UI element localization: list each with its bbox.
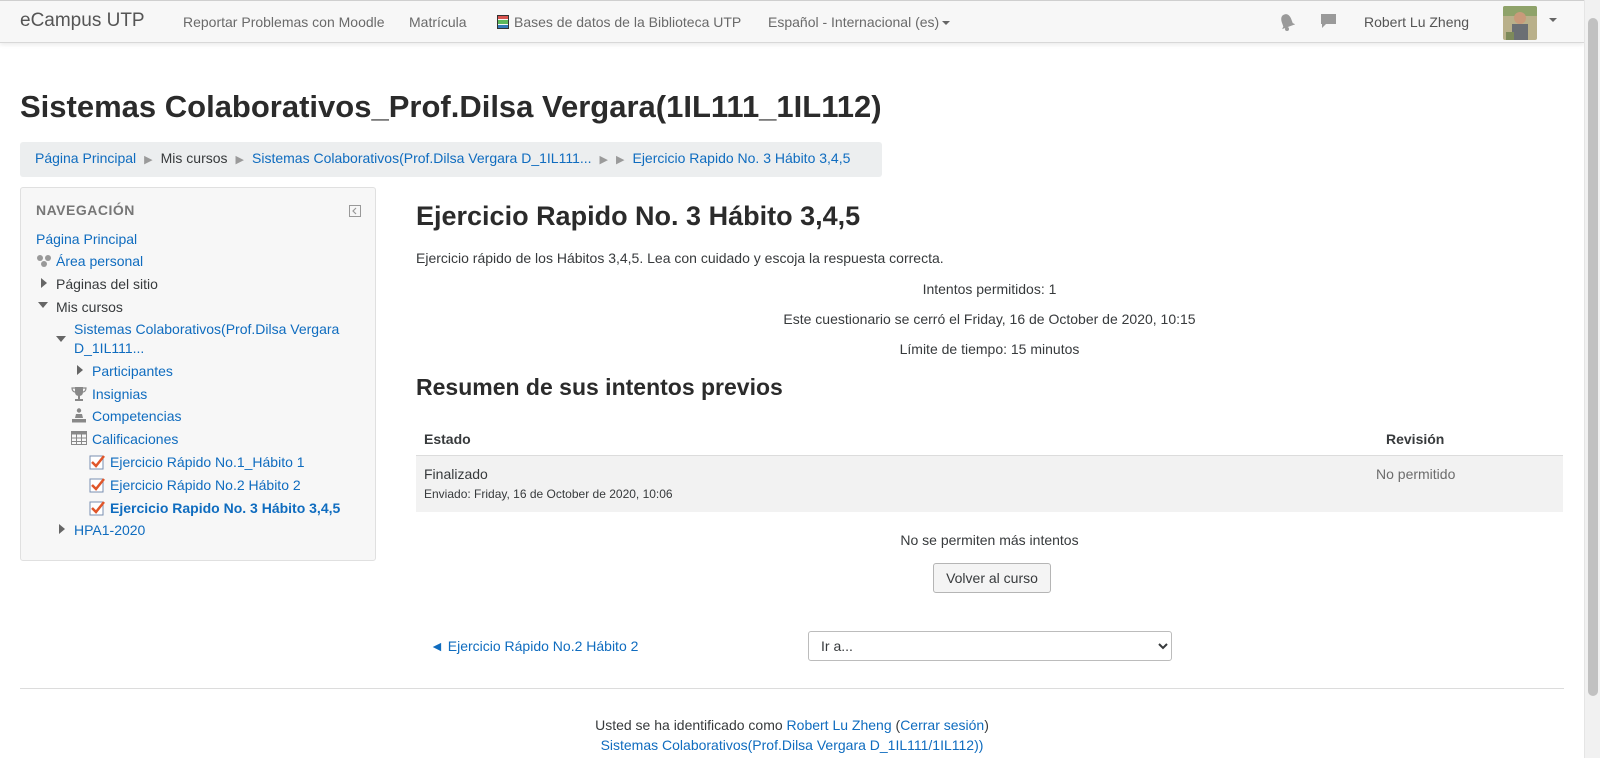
bell-icon[interactable] bbox=[1279, 13, 1295, 31]
nav-home[interactable]: Página Principal bbox=[36, 231, 137, 247]
expand-down-icon[interactable] bbox=[56, 336, 66, 342]
expand-right-icon[interactable] bbox=[59, 524, 65, 534]
nav-dashboard[interactable]: Área personal bbox=[56, 253, 143, 269]
header-review: Revisión bbox=[1386, 431, 1445, 447]
breadcrumb-separator-icon: ▶ bbox=[616, 154, 625, 166]
attempt-review: No permitido bbox=[1376, 466, 1456, 482]
attempts-allowed: Intentos permitidos: 1 bbox=[922, 281, 1057, 297]
previous-activity-link[interactable]: ◄ Ejercicio Rápido No.2 Hábito 2 bbox=[430, 638, 638, 654]
no-more-attempts: No se permiten más intentos bbox=[900, 532, 1079, 548]
nav-quiz-1[interactable]: Ejercicio Rápido No.1_Hábito 1 bbox=[110, 454, 305, 470]
nav-course-line-2[interactable]: D_1IL111... bbox=[74, 340, 144, 356]
page-title: Sistemas Colaborativos_Prof.Dilsa Vergar… bbox=[20, 89, 882, 124]
breadcrumb-my-courses: Mis cursos bbox=[160, 150, 228, 166]
grades-table-icon bbox=[71, 431, 87, 445]
attempt-submitted-date: Enviado: Friday, 16 de October de 2020, … bbox=[424, 487, 673, 501]
logout-paren-close: ) bbox=[984, 717, 989, 733]
avatar[interactable] bbox=[1503, 6, 1537, 40]
footer-user-link[interactable]: Robert Lu Zheng bbox=[787, 717, 892, 733]
footer-course: Sistemas Colaborativos(Prof.Dilsa Vergar… bbox=[20, 737, 1564, 753]
nav-link-enrollment[interactable]: Matrícula bbox=[409, 14, 467, 30]
breadcrumb-separator-icon: ▶ bbox=[599, 154, 609, 166]
breadcrumb-course[interactable]: Sistemas Colaborativos(Prof.Dilsa Vergar… bbox=[252, 150, 592, 166]
breadcrumb: Página Principal ▶ Mis cursos ▶ Sistemas Col… bbox=[20, 142, 882, 177]
language-menu[interactable]: Español - Internacional (es) bbox=[768, 14, 951, 30]
login-info-prefix: Usted se ha identificado como bbox=[595, 717, 787, 733]
navigation-block: NAVEGACIÓN Página Principal Área persona… bbox=[20, 187, 376, 561]
nav-quiz-3-current[interactable]: Ejercicio Rapido No. 3 Hábito 3,4,5 bbox=[110, 500, 340, 516]
jump-to-select[interactable]: Ir a... bbox=[808, 631, 1172, 661]
navigation-heading: NAVEGACIÓN bbox=[36, 202, 135, 218]
attempt-status: Finalizado bbox=[424, 466, 488, 482]
nav-grades[interactable]: Calificaciones bbox=[92, 431, 178, 447]
quiz-closed-date: Este cuestionario se cerró el Friday, 16… bbox=[783, 311, 1196, 327]
dashboard-icon bbox=[37, 255, 51, 267]
nav-badges[interactable]: Insignias bbox=[92, 386, 147, 402]
site-brand[interactable]: eCampus UTP bbox=[20, 10, 145, 32]
nav-competencies[interactable]: Competencias bbox=[92, 408, 182, 424]
quiz-icon bbox=[89, 501, 105, 516]
login-info: Usted se ha identificado como Robert Lu … bbox=[20, 717, 1564, 733]
competencies-icon bbox=[72, 408, 86, 423]
user-name[interactable]: Robert Lu Zheng bbox=[1364, 14, 1469, 30]
top-navbar: eCampus UTP Reportar Problemas con Moodl… bbox=[0, 0, 1584, 43]
nav-my-courses[interactable]: Mis cursos bbox=[56, 299, 123, 315]
scrollbar-thumb[interactable] bbox=[1588, 18, 1598, 696]
quiz-intro: Ejercicio rápido de los Hábitos 3,4,5. L… bbox=[416, 250, 944, 266]
nav-participants[interactable]: Participantes bbox=[92, 363, 173, 379]
expand-down-icon[interactable] bbox=[38, 302, 48, 308]
time-limit: Límite de tiempo: 15 minutos bbox=[899, 341, 1080, 357]
table-header-row: Estado Revisión bbox=[416, 421, 1563, 456]
chat-icon[interactable] bbox=[1320, 13, 1337, 30]
breadcrumb-separator-icon: ▶ bbox=[235, 154, 245, 166]
nav-link-library-label: Bases de datos de la Biblioteca UTP bbox=[514, 14, 742, 30]
nav-course-line-1[interactable]: Sistemas Colaborativos(Prof.Dilsa Vergar… bbox=[74, 321, 339, 337]
trophy-icon bbox=[71, 387, 87, 401]
header-status: Estado bbox=[424, 431, 471, 447]
quiz-icon bbox=[89, 455, 105, 470]
breadcrumb-separator-icon: ▶ bbox=[144, 154, 153, 166]
nav-link-report-problems[interactable]: Reportar Problemas con Moodle bbox=[183, 14, 385, 30]
nav-link-library-databases[interactable]: Bases de datos de la Biblioteca UTP bbox=[497, 14, 741, 30]
logout-link[interactable]: Cerrar sesión bbox=[900, 717, 984, 733]
expand-right-icon[interactable] bbox=[77, 365, 83, 375]
breadcrumb-current-quiz[interactable]: Ejercicio Rapido No. 3 Hábito 3,4,5 bbox=[632, 150, 850, 166]
dock-block-icon[interactable] bbox=[349, 205, 361, 217]
logout-paren-open: ( bbox=[891, 717, 901, 733]
back-to-course-button[interactable]: Volver al curso bbox=[933, 563, 1051, 593]
quiz-title: Ejercicio Rapido No. 3 Hábito 3,4,5 bbox=[416, 201, 861, 231]
page-scrollbar[interactable] bbox=[1584, 0, 1600, 758]
user-photo bbox=[1503, 6, 1537, 40]
footer-divider bbox=[20, 688, 1564, 689]
quiz-icon bbox=[89, 478, 105, 493]
language-label: Español - Internacional (es) bbox=[768, 14, 940, 30]
attempts-table: Estado Revisión Finalizado Enviado: Frid… bbox=[416, 421, 1563, 512]
nav-site-pages[interactable]: Páginas del sitio bbox=[56, 276, 158, 292]
table-row: Finalizado Enviado: Friday, 16 de Octobe… bbox=[416, 456, 1563, 512]
nav-quiz-2[interactable]: Ejercicio Rápido No.2 Hábito 2 bbox=[110, 477, 301, 493]
breadcrumb-home[interactable]: Página Principal bbox=[35, 150, 136, 166]
chevron-down-icon bbox=[942, 21, 951, 25]
database-icon bbox=[497, 15, 509, 29]
expand-right-icon[interactable] bbox=[41, 278, 47, 288]
footer-course-link[interactable]: Sistemas Colaborativos(Prof.Dilsa Vergar… bbox=[601, 737, 984, 753]
attempts-summary-title: Resumen de sus intentos previos bbox=[416, 374, 783, 400]
user-menu-chevron-icon[interactable] bbox=[1549, 18, 1557, 22]
nav-course-hpa1[interactable]: HPA1-2020 bbox=[74, 522, 145, 538]
